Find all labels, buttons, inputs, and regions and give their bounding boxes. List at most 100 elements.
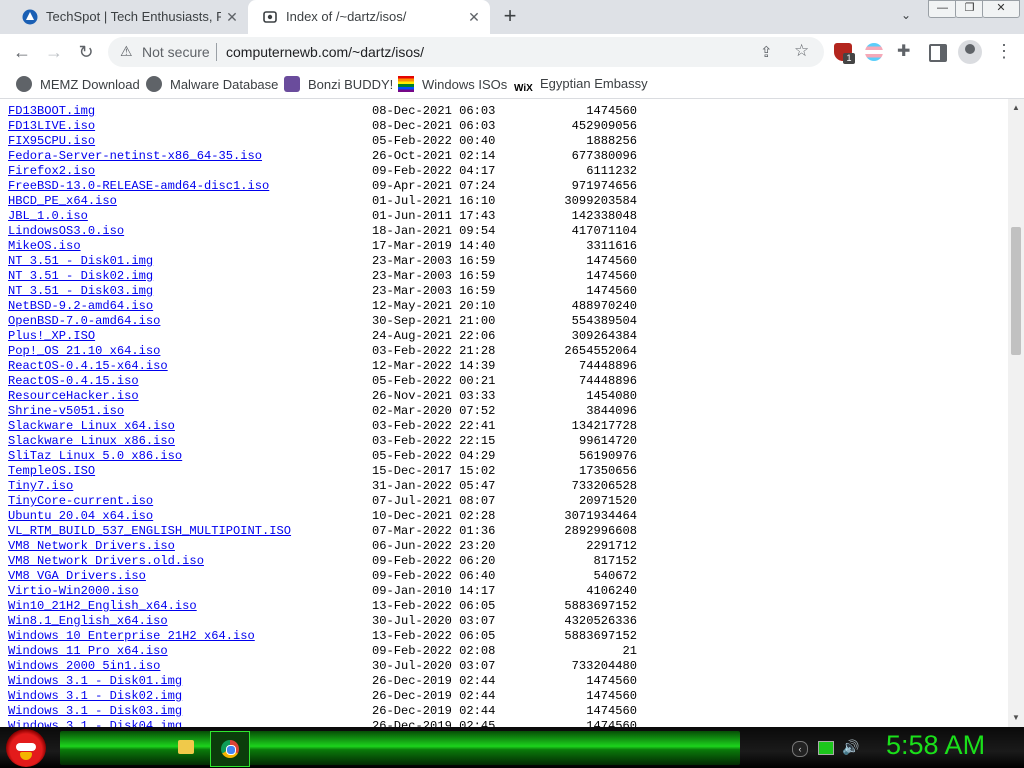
close-tab-icon[interactable]: ✕ [222, 7, 242, 27]
file-link[interactable]: Windows 3.1 - Disk01.img [8, 674, 182, 689]
new-tab-button[interactable]: + [498, 5, 522, 29]
file-link[interactable]: Tiny7.iso [8, 479, 73, 494]
warning-triangle-icon[interactable]: ⚠ [120, 43, 136, 59]
page-content: FD13BOOT.img 08-Dec-2021 06:03 1474560 FD13… [0, 99, 1008, 727]
taskbar-chrome[interactable] [210, 731, 250, 767]
file-size: 6111232 [586, 164, 637, 178]
file-link[interactable]: Win8.1_English_x64.iso [8, 614, 168, 629]
file-link[interactable]: FD13LIVE.iso [8, 119, 95, 134]
file-link[interactable]: OpenBSD-7.0-amd64.iso [8, 314, 160, 329]
file-link[interactable]: NT 3.51 - Disk02.img [8, 269, 153, 284]
file-link[interactable]: VM8 VGA Drivers.iso [8, 569, 146, 584]
url-text[interactable]: computernewb.com/~dartz/isos/ [226, 44, 424, 60]
file-link[interactable]: ResourceHacker.iso [8, 389, 139, 404]
file-link[interactable]: VL_RTM_BUILD_537_ENGLISH_MULTIPOINT.ISO [8, 524, 291, 539]
file-link[interactable]: VM8 Network Drivers.old.iso [8, 554, 204, 569]
profile-avatar-icon[interactable] [958, 40, 982, 64]
forward-arrow-icon[interactable]: → [42, 40, 66, 64]
file-link[interactable]: ReactOS-0.4.15.iso [8, 374, 139, 389]
file-link[interactable]: FIX95CPU.iso [8, 134, 95, 149]
file-size: 488970240 [571, 299, 637, 313]
file-link[interactable]: Windows 3.1 - Disk02.img [8, 689, 182, 704]
rainbow-flag-icon [398, 76, 414, 92]
bookmark-star-icon[interactable]: ☆ [794, 41, 809, 61]
file-link[interactable]: Windows 3.1 - Disk04.img [8, 719, 182, 727]
globe-icon [16, 76, 32, 92]
file-link[interactable]: MikeOS.iso [8, 239, 81, 254]
bookmark-malware-database[interactable]: Malware Database [146, 76, 278, 94]
share-icon[interactable]: ⇪ [760, 43, 773, 61]
vertical-scrollbar[interactable]: ▲ ▼ [1008, 99, 1024, 727]
file-link[interactable]: ReactOS-0.4.15-x64.iso [8, 359, 168, 374]
scroll-down-arrow-icon[interactable]: ▼ [1012, 713, 1020, 722]
minimize-button[interactable]: — [928, 0, 957, 18]
file-date: 01-Jun-2011 17:43 [372, 209, 496, 223]
tab-title: TechSpot | Tech Enthusiasts, Power Users… [46, 9, 221, 24]
flag-extension-icon[interactable] [865, 43, 883, 61]
tab-search-chevron-icon[interactable]: ⌄ [896, 8, 916, 26]
file-link[interactable]: Windows 2000 5in1.iso [8, 659, 160, 674]
file-link[interactable]: VM8 Network Drivers.iso [8, 539, 175, 554]
back-arrow-icon[interactable]: ← [10, 40, 34, 64]
file-size: 1454080 [586, 389, 637, 403]
file-date: 13-Feb-2022 06:05 [372, 599, 496, 613]
reload-icon[interactable]: ↻ [74, 40, 98, 64]
file-link[interactable]: Win10_21H2_English_x64.iso [8, 599, 197, 614]
close-window-button[interactable]: ✕ [982, 0, 1020, 18]
tab-index-of-isos[interactable]: Index of /~dartz/isos/ ✕ [248, 0, 490, 34]
folder-icon [178, 740, 194, 754]
file-link[interactable]: Plus!_XP.ISO [8, 329, 95, 344]
file-size: 1474560 [586, 104, 637, 118]
file-link[interactable]: HBCD_PE_x64.iso [8, 194, 117, 209]
file-size: 554389504 [571, 314, 637, 328]
file-link[interactable]: JBL_1.0.iso [8, 209, 88, 224]
menu-kebab-icon[interactable]: ⋮ [995, 40, 1013, 62]
not-secure-label[interactable]: Not secure [142, 44, 210, 60]
start-button-angry-bird-icon[interactable] [6, 729, 46, 767]
file-link[interactable]: NT 3.51 - Disk03.img [8, 284, 153, 299]
taskbar-clock[interactable]: 5:58 AM [886, 730, 985, 761]
file-link[interactable]: Firefox2.iso [8, 164, 95, 179]
file-link[interactable]: TinyCore-current.iso [8, 494, 153, 509]
file-link[interactable]: FreeBSD-13.0-RELEASE-amd64-disc1.iso [8, 179, 269, 194]
file-link[interactable]: Windows 11 Pro x64.iso [8, 644, 168, 659]
file-link[interactable]: NetBSD-9.2-amd64.iso [8, 299, 153, 314]
extensions-puzzle-icon[interactable]: ✚ [897, 41, 915, 60]
tab-techspot[interactable]: TechSpot | Tech Enthusiasts, Power Users… [8, 0, 248, 34]
file-link[interactable]: Shrine-v5051.iso [8, 404, 124, 419]
file-link[interactable]: LindowsOS3.0.iso [8, 224, 124, 239]
scroll-up-arrow-icon[interactable]: ▲ [1012, 103, 1020, 112]
file-link[interactable]: Windows 10 Enterprise 21H2 x64.iso [8, 629, 255, 644]
address-bar[interactable]: ⚠ Not secure computernewb.com/~dartz/iso… [108, 37, 824, 67]
maximize-button[interactable]: ❐ [955, 0, 984, 18]
file-link[interactable]: FD13BOOT.img [8, 104, 95, 119]
close-tab-icon[interactable]: ✕ [464, 7, 484, 27]
page-favicon-icon [263, 11, 277, 23]
bookmark-windows-isos[interactable]: Windows ISOs [398, 76, 507, 94]
file-size: 74448896 [578, 359, 637, 373]
volume-icon[interactable]: 🔊 [842, 739, 859, 756]
file-link[interactable]: Slackware Linux x86.iso [8, 434, 175, 449]
side-panel-icon[interactable] [929, 44, 947, 62]
file-link[interactable]: Fedora-Server-netinst-x86_64-35.iso [8, 149, 262, 164]
file-link[interactable]: Pop!_OS 21.10 x64.iso [8, 344, 160, 359]
url-separator [216, 43, 217, 61]
file-link[interactable]: Ubuntu 20.04 x64.iso [8, 509, 153, 524]
bookmark-memz-download[interactable]: MEMZ Download [16, 76, 140, 94]
bookmarks-bar: MEMZ Download Malware Database Bonzi BUD… [0, 70, 1024, 99]
scrollbar-thumb[interactable] [1011, 227, 1021, 355]
bookmark-egyptian-embassy[interactable]: WiX Egyptian Embassy [514, 76, 648, 94]
file-link[interactable]: NT 3.51 - Disk01.img [8, 254, 153, 269]
file-size: 2291712 [586, 539, 637, 553]
network-icon[interactable] [818, 741, 834, 755]
file-link[interactable]: SliTaz Linux 5.0 x86.iso [8, 449, 182, 464]
file-size: 17350656 [578, 464, 637, 478]
bookmark-bonzi-buddy[interactable]: Bonzi BUDDY! [284, 76, 393, 94]
tray-arrow-icon[interactable]: ‹ [792, 741, 808, 757]
taskbar-file-explorer[interactable] [170, 733, 202, 763]
file-link[interactable]: TempleOS.ISO [8, 464, 95, 479]
file-link[interactable]: Slackware Linux x64.iso [8, 419, 175, 434]
file-link[interactable]: Virtio-Win2000.iso [8, 584, 139, 599]
file-size: 4106240 [586, 584, 637, 598]
file-link[interactable]: Windows 3.1 - Disk03.img [8, 704, 182, 719]
